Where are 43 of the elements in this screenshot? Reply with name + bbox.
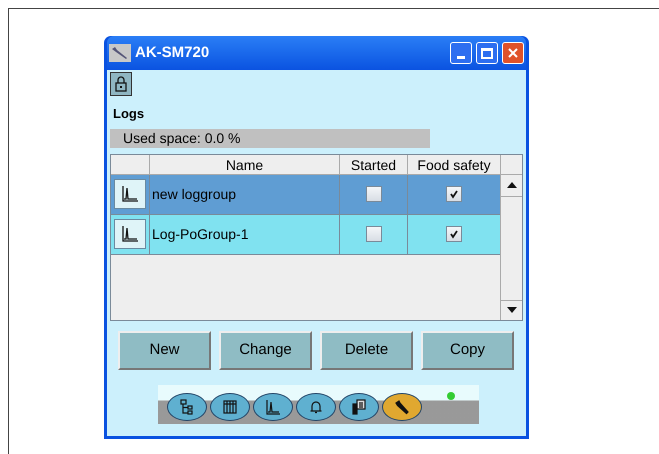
document-icon	[351, 398, 367, 414]
checkbox[interactable]	[366, 186, 382, 202]
toolbar-button[interactable]	[382, 392, 422, 420]
close-button[interactable]	[502, 42, 524, 64]
grid-icon	[222, 398, 238, 414]
toolbar-button[interactable]	[167, 392, 207, 420]
lock-icon	[114, 76, 128, 92]
graph-icon[interactable]	[114, 179, 146, 209]
scrollbar[interactable]	[500, 154, 522, 320]
wrench-icon	[394, 398, 410, 414]
table-row[interactable]: new loggroup	[111, 174, 500, 214]
bell-icon	[308, 398, 324, 414]
section-title: Logs	[113, 105, 146, 123]
action-button[interactable]: Change	[219, 330, 312, 370]
column-header[interactable]: Food safety	[408, 154, 500, 174]
lock-button[interactable]	[110, 72, 132, 96]
table-cell: Log-PoGroup-1	[150, 214, 340, 254]
action-button[interactable]: New	[118, 330, 211, 370]
used-space-bar: Used space: 0.0 %	[110, 128, 430, 148]
toolbar-button[interactable]	[210, 392, 250, 420]
wrench-icon	[109, 44, 131, 62]
check-icon	[449, 189, 459, 199]
graph-icon[interactable]	[114, 219, 146, 249]
tree-icon	[179, 398, 195, 414]
checkbox[interactable]	[366, 226, 382, 242]
toolbar-button[interactable]	[339, 392, 379, 420]
toolbar-button[interactable]	[253, 392, 293, 420]
table-cell: new loggroup	[150, 174, 340, 214]
action-button[interactable]: Delete	[320, 330, 413, 370]
checkbox[interactable]	[446, 186, 462, 202]
toolbar-button[interactable]	[296, 392, 336, 420]
column-header[interactable]: Name	[150, 154, 340, 174]
window-title: AK-SM720	[135, 42, 210, 63]
close-icon	[507, 47, 519, 59]
table-row[interactable]: Log-PoGroup-1	[111, 214, 500, 254]
action-button[interactable]: Copy	[421, 330, 514, 370]
check-icon	[449, 229, 459, 239]
minimize-button[interactable]	[450, 42, 472, 64]
graph-icon	[265, 398, 281, 414]
column-header[interactable]: Started	[340, 154, 408, 174]
checkbox[interactable]	[446, 226, 462, 242]
maximize-button[interactable]	[476, 42, 498, 64]
status-led-icon	[447, 392, 455, 400]
